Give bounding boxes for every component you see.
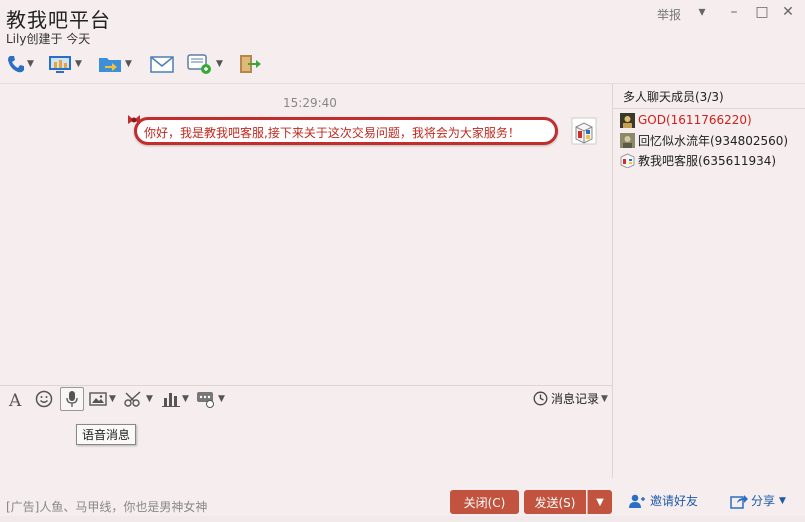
mail-button[interactable] (150, 52, 174, 76)
close-chat-button[interactable]: 关闭(C) (450, 490, 519, 514)
screen-share-button[interactable]: ▼ (48, 52, 82, 76)
exit-icon (240, 55, 261, 73)
screen-share-icon (49, 56, 71, 73)
window-subtitle: Lily创建于 今天 (6, 32, 91, 46)
member-avatar-icon (620, 153, 635, 168)
emoji-button[interactable] (35, 388, 53, 410)
share-icon (730, 494, 748, 509)
send-options-dropdown[interactable]: ▼ (587, 490, 612, 514)
message-tools-icon (197, 392, 214, 408)
invite-friends-button[interactable]: 邀请好友 (628, 492, 698, 509)
share-button[interactable]: 分享 ▼ (730, 492, 786, 509)
window-title: 教我吧平台 (6, 8, 111, 32)
minimize-icon[interactable]: – (725, 4, 743, 20)
bar-chart-icon (162, 393, 180, 407)
message-timestamp: 15:29:40 (283, 96, 337, 110)
report-button[interactable]: 举报 (657, 6, 681, 23)
voice-message-button[interactable] (60, 387, 84, 411)
sender-avatar-icon[interactable] (571, 117, 597, 145)
phone-icon (8, 56, 24, 73)
mail-icon (150, 56, 174, 73)
note-add-icon (187, 54, 211, 74)
voice-message-tooltip: 语音消息 (76, 424, 137, 445)
more-tools-button[interactable]: ▼ (196, 388, 225, 410)
maximize-icon[interactable]: □ (753, 4, 771, 20)
member-name: 回忆似水流年(934802560) (638, 133, 789, 148)
clock-icon (533, 391, 548, 406)
screenshot-button[interactable]: ▼ (124, 388, 153, 410)
image-button[interactable]: ▼ (89, 388, 116, 410)
invite-label: 邀请好友 (650, 494, 699, 508)
member-name: 教我吧客服(635611934) (638, 153, 777, 168)
bow-decoration-icon (128, 115, 140, 124)
scissors-icon (124, 391, 141, 407)
chart-button[interactable]: ▼ (162, 388, 189, 410)
phone-button[interactable]: ▼ (6, 52, 34, 76)
members-title: 多人聊天成员(3/3) (623, 90, 724, 104)
emoji-icon (35, 390, 53, 408)
file-transfer-icon (99, 58, 121, 72)
member-item[interactable]: 教我吧客服(635611934) (620, 151, 776, 169)
add-user-icon (629, 494, 645, 508)
member-item[interactable]: GOD(1611766220) (620, 111, 752, 129)
image-icon (89, 392, 107, 406)
share-label: 分享 (751, 494, 776, 508)
file-transfer-button[interactable]: ▼ (98, 52, 132, 76)
message-text: 你好，我是教我吧客服,接下来关于这次交易问题，我将会为大家服务！ (144, 126, 520, 140)
message-history-button[interactable]: 消息记录 ▼ (533, 390, 608, 407)
note-add-button[interactable]: ▼ (187, 52, 223, 76)
input-divider (0, 385, 612, 386)
ad-link[interactable]: [广告]人鱼、马甲线，你也是男神女神 (6, 498, 207, 515)
members-divider (613, 108, 805, 109)
window-bottom-edge (0, 516, 805, 522)
close-icon[interactable]: ✕ (779, 4, 797, 20)
history-label: 消息记录 (551, 392, 600, 406)
font-icon: A (8, 391, 22, 408)
member-avatar-icon (620, 112, 635, 128)
dropdown-arrow-icon[interactable]: ▾ (693, 4, 711, 20)
chevron-down-icon: ▼ (596, 496, 604, 508)
exit-button[interactable] (238, 52, 262, 76)
member-avatar-icon (620, 132, 635, 148)
member-item[interactable]: 回忆似水流年(934802560) (620, 131, 788, 149)
font-button[interactable]: A (7, 388, 25, 410)
send-button[interactable]: 发送(S) (524, 490, 586, 514)
microphone-icon (66, 391, 78, 407)
member-name: GOD(1611766220) (638, 113, 752, 127)
svg-text:A: A (8, 391, 22, 408)
